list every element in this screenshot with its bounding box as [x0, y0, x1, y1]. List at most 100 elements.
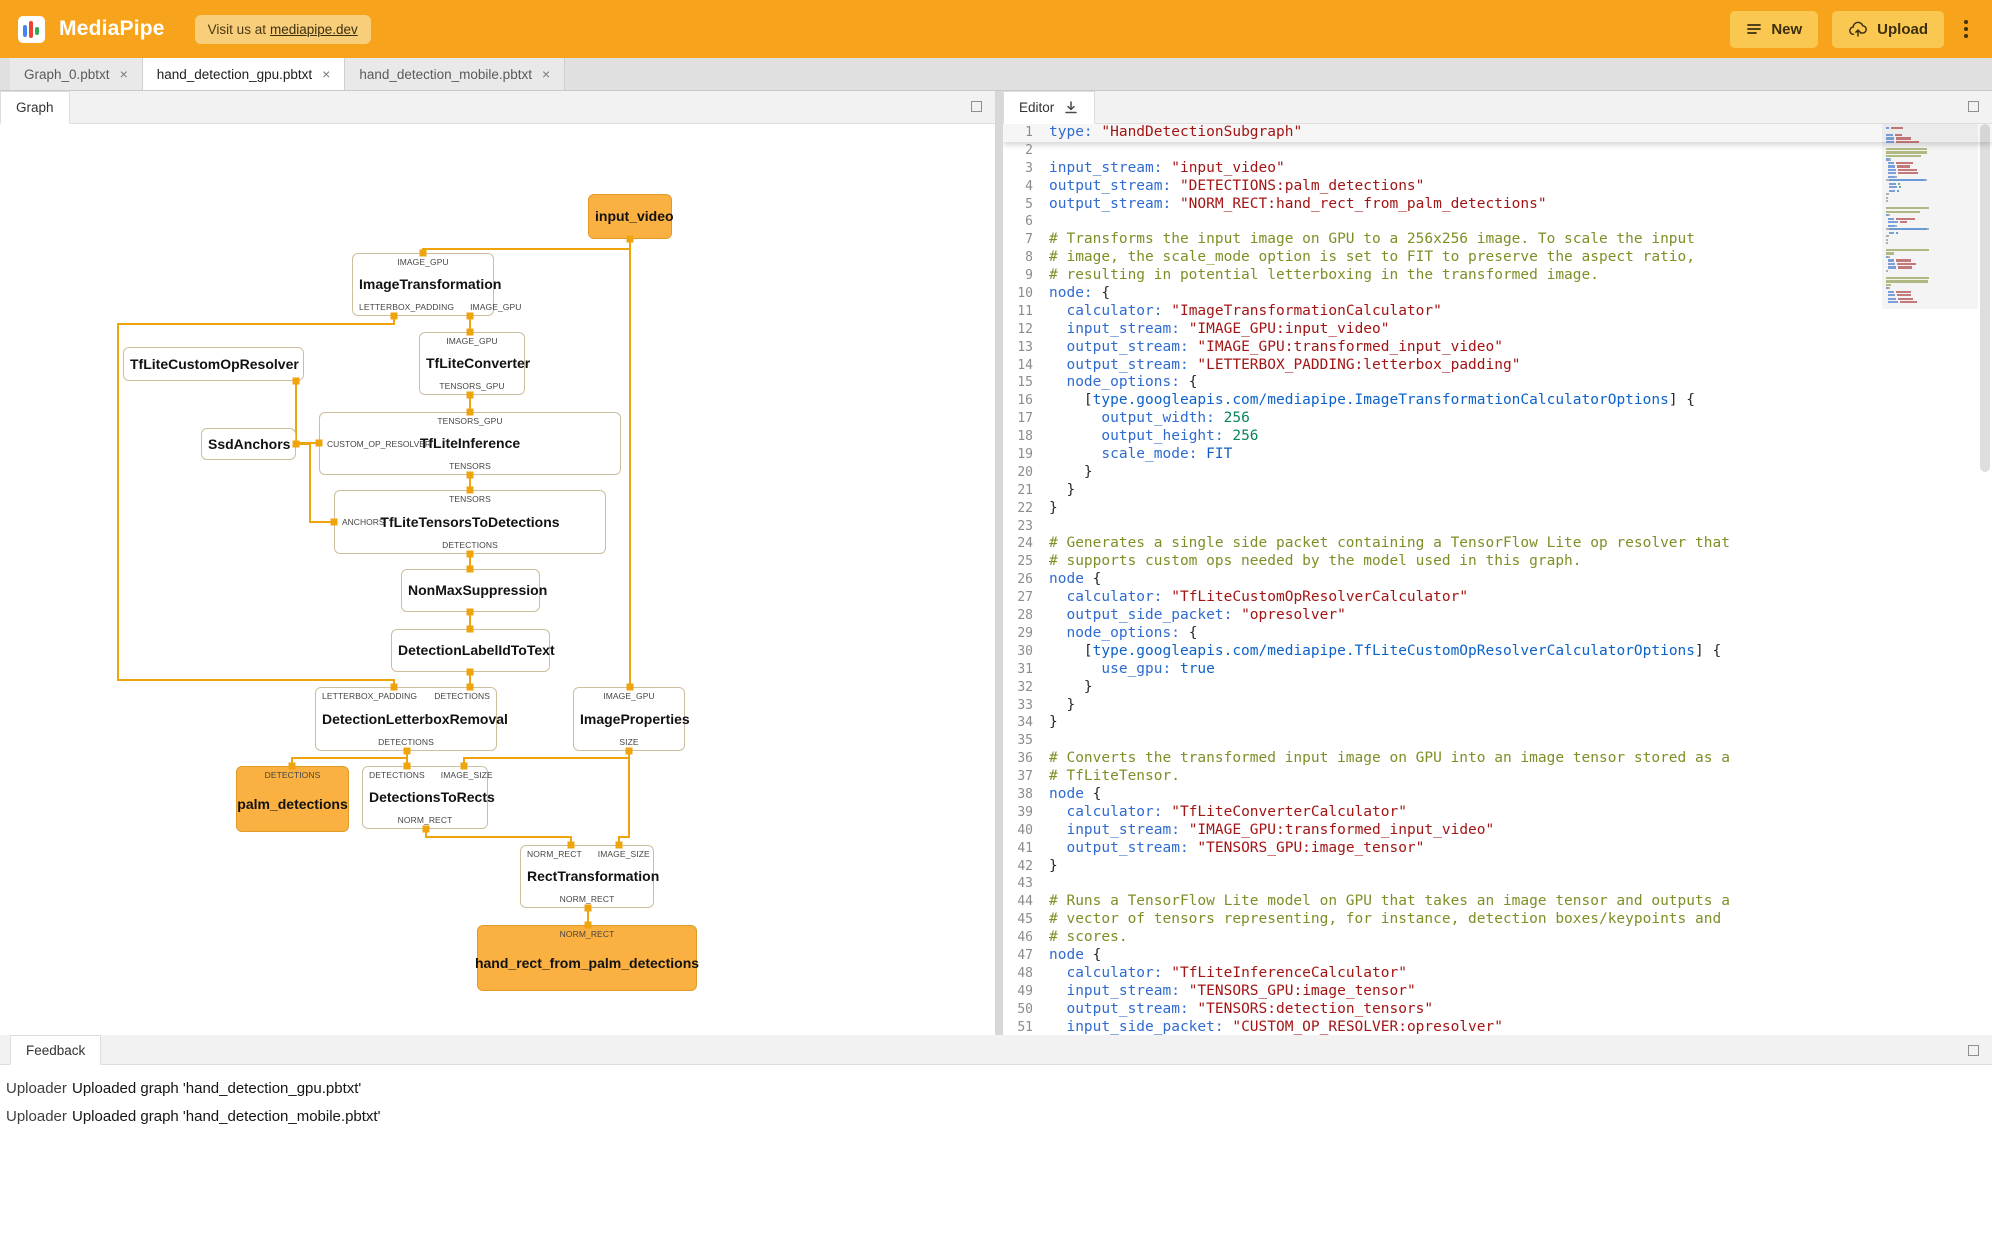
- feedback-panel-strip: Feedback: [0, 1035, 1992, 1065]
- code-line[interactable]: 13 output_stream: "IMAGE_GPU:transformed…: [1003, 339, 1992, 357]
- close-icon[interactable]: ×: [542, 67, 550, 81]
- code-line[interactable]: 14 output_stream: "LETTERBOX_PADDING:let…: [1003, 357, 1992, 375]
- feedback-row: Uploader Uploaded graph 'hand_detection_…: [6, 1074, 1992, 1102]
- code-line[interactable]: 31 use_gpu: true: [1003, 661, 1992, 679]
- scrollbar-thumb[interactable]: [1980, 124, 1990, 472]
- port-label: TENSORS: [449, 461, 491, 471]
- kebab-menu-icon[interactable]: [1958, 15, 1974, 43]
- code-line[interactable]: 32 }: [1003, 679, 1992, 697]
- code-line[interactable]: 33 }: [1003, 697, 1992, 715]
- tab-label: hand_detection_gpu.pbtxt: [156, 66, 313, 82]
- visit-badge: Visit us at mediapipe.dev: [194, 14, 371, 44]
- code-line[interactable]: 25 # supports custom ops needed by the mo…: [1003, 553, 1992, 571]
- code-line[interactable]: 21 }: [1003, 482, 1992, 500]
- graph-node-tflite-custom-op-resolver[interactable]: TfLiteCustomOpResolver: [123, 347, 304, 381]
- code-line[interactable]: 16 [type.googleapis.com/mediapipe.ImageT…: [1003, 392, 1992, 410]
- code-line[interactable]: 17 output_width: 256: [1003, 410, 1992, 428]
- code-line[interactable]: 49 input_stream: "TENSORS_GPU:image_tens…: [1003, 983, 1992, 1001]
- upload-button[interactable]: Upload: [1832, 10, 1944, 48]
- new-button[interactable]: New: [1730, 10, 1819, 48]
- graph-node-tflite-inference[interactable]: TENSORS_GPU CUSTOM_OP_RESOLVER TfLiteInf…: [319, 412, 621, 475]
- code-line[interactable]: 42}: [1003, 858, 1992, 876]
- port-label: ANCHORS: [342, 517, 385, 527]
- code-line[interactable]: 5 output_stream: "NORM_RECT:hand_rect_fro…: [1003, 196, 1992, 214]
- code-line[interactable]: 28 output_side_packet: "opresolver": [1003, 607, 1992, 625]
- tab-hand-detection-gpu-pbtxt[interactable]: hand_detection_gpu.pbtxt ×: [142, 58, 346, 90]
- tab-graph-0-pbtxt[interactable]: Graph_0.pbtxt ×: [10, 58, 143, 90]
- code-line[interactable]: 35: [1003, 732, 1992, 750]
- graph-node-detections-to-rects[interactable]: DETECTIONS IMAGE_SIZE DetectionsToRects …: [362, 766, 495, 829]
- code-line[interactable]: 6: [1003, 213, 1992, 231]
- graph-node-tflite-tensors-to-detections[interactable]: TENSORS ANCHORS TfLiteTensorsToDetection…: [334, 490, 606, 554]
- code-line[interactable]: 38 node {: [1003, 786, 1992, 804]
- code-line[interactable]: 1 type: "HandDetectionSubgraph": [1003, 124, 1992, 142]
- graph-node-image-transformation[interactable]: IMAGE_GPU ImageTransformation LETTERBOX_…: [352, 253, 521, 316]
- code-line[interactable]: 39 calculator: "TfLiteConverterCalculato…: [1003, 804, 1992, 822]
- graph-node-input-video[interactable]: input_video: [588, 194, 674, 239]
- graph-node-tflite-converter[interactable]: IMAGE_GPU TfLiteConverter TENSORS_GPU: [419, 332, 530, 395]
- code-line[interactable]: 3 input_stream: "input_video": [1003, 160, 1992, 178]
- code-line[interactable]: 50 output_stream: "TENSORS:detection_ten…: [1003, 1001, 1992, 1019]
- code-line[interactable]: 8 # image, the scale_mode option is set t…: [1003, 249, 1992, 267]
- code-line[interactable]: 2: [1003, 142, 1992, 160]
- code-line[interactable]: 47 node {: [1003, 947, 1992, 965]
- graph-node-palm-detections[interactable]: DETECTIONS palm_detections: [236, 766, 349, 832]
- close-icon[interactable]: ×: [120, 67, 128, 81]
- feedback-source: Uploader: [6, 1107, 67, 1125]
- code-line[interactable]: 34}: [1003, 714, 1992, 732]
- minimap[interactable]: [1882, 124, 1978, 309]
- code-line[interactable]: 24 # Generates a single side packet conta…: [1003, 535, 1992, 553]
- graph-canvas[interactable]: input_video IMAGE_GPU ImageTransformatio…: [0, 124, 995, 1035]
- code-line[interactable]: 36 # Converts the transformed input image…: [1003, 750, 1992, 768]
- popout-icon[interactable]: [1968, 101, 1979, 112]
- close-icon[interactable]: ×: [322, 67, 330, 81]
- code-line[interactable]: 43: [1003, 875, 1992, 893]
- code-lines[interactable]: 1 type: "HandDetectionSubgraph" 2 3 input_st…: [1003, 124, 1992, 1035]
- editor-scrollbar[interactable]: [1978, 124, 1992, 1035]
- code-line[interactable]: 30 [type.googleapis.com/mediapipe.TfLite…: [1003, 643, 1992, 661]
- tab-graph-view[interactable]: Graph: [0, 91, 70, 124]
- code-line[interactable]: 41 output_stream: "TENSORS_GPU:image_ten…: [1003, 840, 1992, 858]
- code-line[interactable]: 12 input_stream: "IMAGE_GPU:input_video": [1003, 321, 1992, 339]
- code-line[interactable]: 18 output_height: 256: [1003, 428, 1992, 446]
- popout-icon[interactable]: [1968, 1045, 1979, 1056]
- tab-feedback[interactable]: Feedback: [10, 1035, 102, 1065]
- code-line[interactable]: 9 # resulting in potential letterboxing i…: [1003, 267, 1992, 285]
- port-label: DETECTIONS: [264, 770, 321, 780]
- popout-icon[interactable]: [971, 101, 982, 112]
- graph-node-image-properties[interactable]: IMAGE_GPU ImageProperties SIZE: [573, 687, 690, 751]
- code-line[interactable]: 15 node_options: {: [1003, 374, 1992, 392]
- code-line[interactable]: 11 calculator: "ImageTransformationCalcu…: [1003, 303, 1992, 321]
- code-line[interactable]: 44 # Runs a TensorFlow Lite model on GPU …: [1003, 893, 1992, 911]
- code-line[interactable]: 22}: [1003, 500, 1992, 518]
- code-line[interactable]: 26 node {: [1003, 571, 1992, 589]
- graph-node-detection-letterbox-removal[interactable]: LETTERBOX_PADDING DETECTIONS DetectionLe…: [315, 687, 508, 751]
- code-line[interactable]: 7 # Transforms the input image on GPU to …: [1003, 231, 1992, 249]
- code-line[interactable]: 23: [1003, 518, 1992, 536]
- code-line[interactable]: 48 calculator: "TfLiteInferenceCalculato…: [1003, 965, 1992, 983]
- code-editor[interactable]: 1 type: "HandDetectionSubgraph" 2 3 input_st…: [1003, 124, 1992, 1035]
- code-line[interactable]: 4 output_stream: "DETECTIONS:palm_detecti…: [1003, 178, 1992, 196]
- mediapipe-dev-link[interactable]: mediapipe.dev: [270, 22, 358, 37]
- graph-node-non-max-suppression[interactable]: NonMaxSuppression: [401, 569, 547, 612]
- code-line[interactable]: 51 input_side_packet: "CUSTOM_OP_RESOLVE…: [1003, 1019, 1992, 1035]
- download-icon[interactable]: [1063, 100, 1079, 116]
- code-line[interactable]: 10 node: {: [1003, 285, 1992, 303]
- graph-node-ssd-anchors[interactable]: SsdAnchors: [201, 428, 296, 460]
- tab-hand-detection-mobile-pbtxt[interactable]: hand_detection_mobile.pbtxt ×: [345, 58, 566, 90]
- code-line[interactable]: 20 }: [1003, 464, 1992, 482]
- code-line[interactable]: 37 # TfLiteTensor.: [1003, 768, 1992, 786]
- graph-node-hand-rect-from-palm-detections[interactable]: NORM_RECT hand_rect_from_palm_detections: [475, 925, 699, 991]
- code-line[interactable]: 40 input_stream: "IMAGE_GPU:transformed_…: [1003, 822, 1992, 840]
- code-line[interactable]: 19 scale_mode: FIT: [1003, 446, 1992, 464]
- graph-node-detection-label-id-to-text[interactable]: DetectionLabelIdToText: [391, 629, 555, 672]
- code-line[interactable]: 27 calculator: "TfLiteCustomOpResolverCa…: [1003, 589, 1992, 607]
- graph-node-rect-transformation[interactable]: NORM_RECT IMAGE_SIZE RectTransformation …: [520, 845, 659, 908]
- code-line[interactable]: 45 # vector of tensors representing, for …: [1003, 911, 1992, 929]
- port-label: SIZE: [619, 737, 639, 747]
- code-line[interactable]: 46 # scores.: [1003, 929, 1992, 947]
- code-line[interactable]: 29 node_options: {: [1003, 625, 1992, 643]
- port-label: NORM_RECT: [527, 849, 582, 859]
- new-graph-icon: [1747, 24, 1762, 34]
- tab-editor[interactable]: Editor: [1003, 91, 1096, 124]
